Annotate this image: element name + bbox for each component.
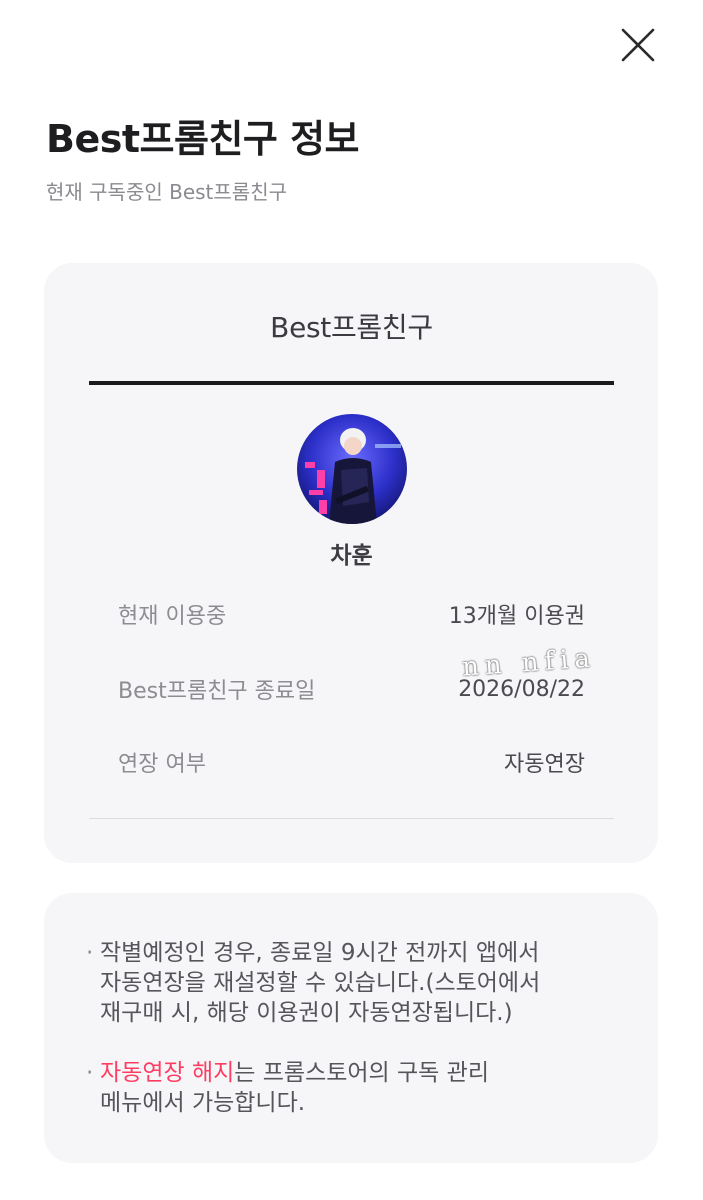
notice-card (44, 893, 658, 1163)
bullet: · (86, 1060, 94, 1086)
notice-item: · 자동연장 해지는 프롬스토어의 구독 관리 메뉴에서 가능합니다. (86, 1058, 626, 1118)
card-divider (89, 818, 614, 819)
info-row-current-plan: 현재 이용중 13개월 이용권 (118, 597, 585, 631)
page-title: Best프롬친구 정보 (46, 117, 360, 161)
info-label: Best프롬친구 종료일 (118, 679, 316, 704)
bullet: · (86, 940, 94, 966)
notice-line: 재구매 시, 해당 이용권이 자동연장됩니다.) (100, 1000, 513, 1026)
artist-name: 차훈 (330, 543, 373, 569)
close-button[interactable] (619, 26, 657, 64)
page-subtitle: 현재 구독중인 Best프롬친구 (46, 180, 288, 204)
artist-avatar (297, 414, 407, 524)
notice-item: · 작별예정인 경우, 종료일 9시간 전까지 앱에서 자동연장을 재설정할 수… (86, 938, 626, 1028)
close-icon (621, 28, 655, 62)
title-divider (89, 381, 614, 385)
notice-line: 메뉴에서 가능합니다. (100, 1090, 306, 1116)
info-value: 13개월 이용권 (448, 604, 585, 629)
notice-line: 작별예정인 경우, 종료일 9시간 전까지 앱에서 (100, 940, 540, 966)
card-title: Best프롬친구 (270, 311, 433, 344)
info-value: 자동연장 (504, 752, 585, 777)
auto-renew-cancel-highlight: 자동연장 해지 (100, 1060, 235, 1086)
notice-line: 자동연장을 재설정할 수 있습니다.(스토어에서 (100, 970, 541, 996)
notice-line-rest: 는 프롬스토어의 구독 관리 (234, 1060, 489, 1086)
info-label: 현재 이용중 (118, 604, 227, 629)
info-row-renewal: 연장 여부 자동연장 (118, 745, 585, 779)
info-label: 연장 여부 (118, 752, 206, 777)
notice-line: 자동연장 해지는 프롬스토어의 구독 관리 (86, 1058, 626, 1088)
